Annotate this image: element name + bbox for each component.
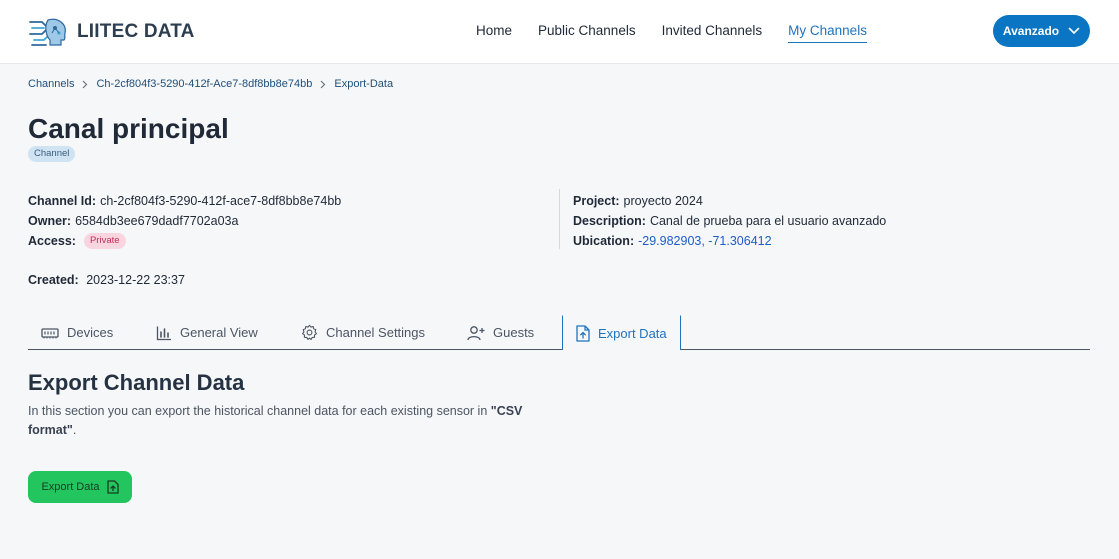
gear-icon: [302, 324, 317, 340]
breadcrumb-export-data[interactable]: Export-Data: [334, 78, 393, 90]
owner-row: Owner: 6584db3ee679dadf7702a03a: [28, 211, 341, 231]
file-upload-icon: [576, 324, 590, 342]
section-description: In this section you can export the histo…: [28, 402, 548, 440]
top-bar: LIITEC DATA Home Public Channels Invited…: [0, 0, 1119, 64]
owner-value: 6584db3ee679dadf7702a03a: [75, 214, 239, 228]
project-label: Project:: [573, 194, 620, 208]
channel-type-badge: Channel: [28, 146, 76, 162]
ubication-label: Ubication:: [573, 234, 635, 248]
user-plus-icon: [467, 325, 485, 340]
chevron-right-icon: [82, 80, 88, 89]
created-row: Created: 2023-12-22 23:37: [28, 273, 185, 287]
breadcrumb-channel-id[interactable]: Ch-2cf804f3-5290-412f-Ace7-8df8bb8e74bb: [96, 78, 312, 90]
channel-id-value: ch-2cf804f3-5290-412f-ace7-8df8bb8e74bb: [100, 194, 342, 208]
project-value: proyecto 2024: [623, 194, 703, 208]
tab-export-data[interactable]: Export Data: [562, 315, 681, 350]
tab-channel-settings-label: Channel Settings: [326, 325, 426, 340]
owner-label: Owner:: [28, 214, 72, 228]
tab-general-view[interactable]: General View: [156, 315, 258, 350]
access-row: Access: Private: [28, 231, 341, 251]
project-row: Project: proyecto 2024: [573, 191, 886, 211]
tab-export-data-label: Export Data: [598, 325, 667, 341]
brain-circuit-icon: [29, 18, 66, 46]
tab-general-view-label: General View: [180, 325, 258, 340]
channel-tabs: Devices General View Channel Settings Gu…: [28, 315, 1090, 350]
memory-icon: [41, 327, 59, 338]
brand-logo[interactable]: LIITEC DATA: [28, 14, 195, 50]
page-title: Canal principal: [28, 113, 229, 144]
nav-my-channels[interactable]: My Channels: [788, 22, 867, 43]
access-badge: Private: [83, 233, 126, 249]
main-nav: Home Public Channels Invited Channels My…: [476, 22, 893, 43]
user-menu-label: Avanzado: [1002, 24, 1060, 38]
breadcrumb: Channels Ch-2cf804f3-5290-412f-Ace7-8df8…: [28, 78, 393, 90]
access-label: Access:: [28, 234, 76, 248]
nav-public-channels[interactable]: Public Channels: [538, 22, 636, 43]
chevron-right-icon: [320, 80, 326, 89]
info-divider: [559, 189, 560, 249]
brand-name: LIITEC DATA: [77, 21, 195, 42]
section-description-text: In this section you can export the histo…: [28, 404, 491, 418]
export-data-button[interactable]: Export Data: [28, 471, 132, 503]
created-value: 2023-12-22 23:37: [86, 273, 185, 287]
section-description-end: .: [72, 423, 77, 437]
nav-home[interactable]: Home: [476, 22, 512, 43]
description-row: Description: Canal de prueba para el usu…: [573, 211, 886, 231]
channel-id-label: Channel Id:: [28, 194, 97, 208]
tab-guests-label: Guests: [493, 325, 535, 340]
description-label: Description:: [573, 214, 646, 228]
nav-invited-channels[interactable]: Invited Channels: [662, 22, 763, 43]
breadcrumb-channels[interactable]: Channels: [28, 78, 74, 90]
ubication-row: Ubication: -29.982903, -71.306412: [573, 231, 886, 251]
channel-info-right: Project: proyecto 2024 Description: Cana…: [573, 191, 886, 251]
ubication-link[interactable]: -29.982903, -71.306412: [638, 233, 771, 249]
channel-id-row: Channel Id: ch-2cf804f3-5290-412f-ace7-8…: [28, 191, 341, 211]
tab-channel-settings[interactable]: Channel Settings: [301, 315, 425, 350]
description-value: Canal de prueba para el usuario avanzado: [649, 214, 887, 228]
bar-chart-icon: [156, 326, 171, 340]
tab-devices-label: Devices: [67, 325, 114, 340]
chevron-down-icon: [1068, 27, 1080, 35]
channel-info-left: Channel Id: ch-2cf804f3-5290-412f-ace7-8…: [28, 191, 341, 251]
section-title: Export Channel Data: [28, 370, 245, 395]
tab-devices[interactable]: Devices: [41, 315, 113, 350]
created-label: Created:: [28, 273, 79, 287]
tab-guests[interactable]: Guests: [467, 315, 534, 350]
user-menu-button[interactable]: Avanzado: [993, 15, 1090, 47]
file-export-icon: [106, 480, 119, 494]
export-data-button-label: Export Data: [41, 481, 100, 493]
